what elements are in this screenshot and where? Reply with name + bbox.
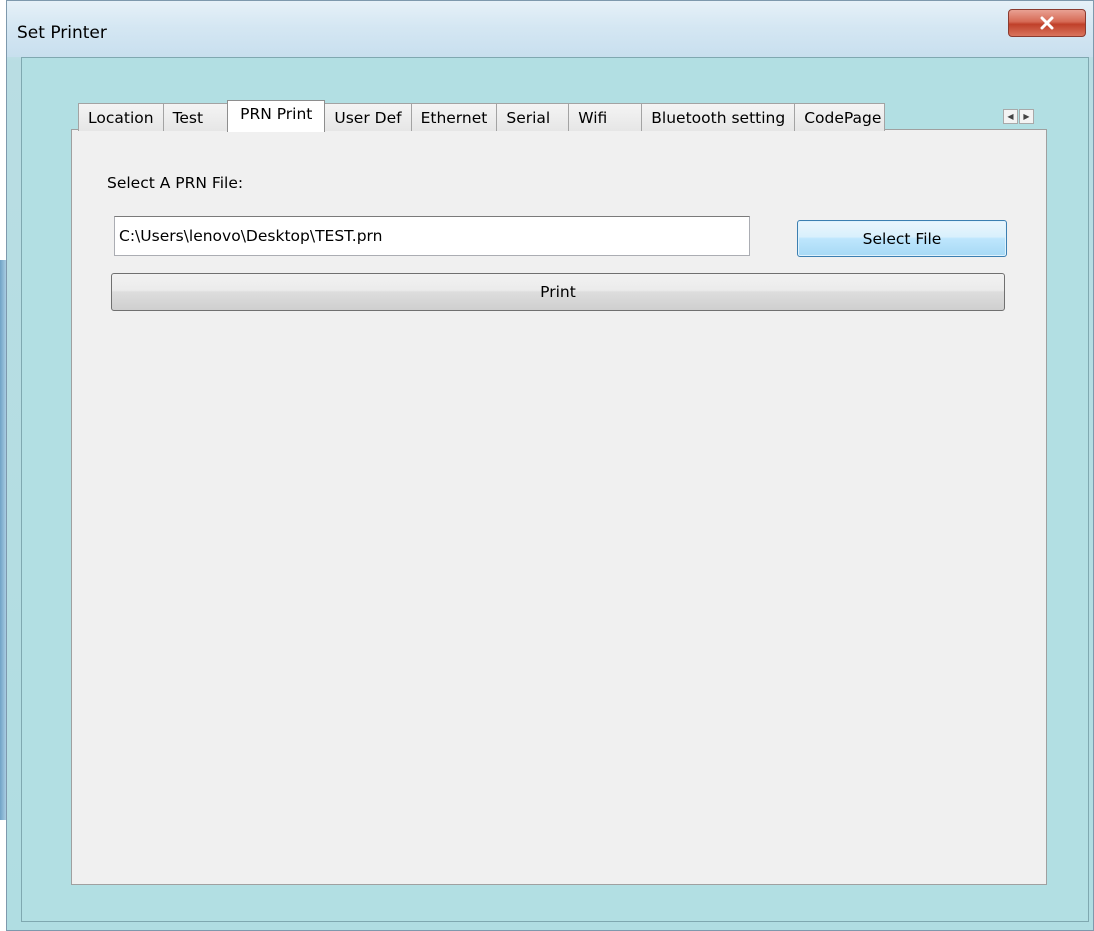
select-prn-file-label: Select A PRN File: (107, 174, 244, 192)
tab-test[interactable]: Test (162, 103, 229, 131)
tab-serial[interactable]: Serial (496, 103, 570, 131)
close-button[interactable] (1008, 9, 1086, 37)
chevron-left-icon[interactable]: ◀ (1003, 109, 1018, 124)
window-title: Set Printer (17, 23, 107, 43)
close-icon (1040, 16, 1054, 30)
tab-location[interactable]: Location (78, 103, 164, 131)
print-button[interactable]: Print (111, 273, 1005, 311)
tab-bluetooth-setting[interactable]: Bluetooth setting (641, 103, 796, 131)
tab-prn-print[interactable]: PRN Print (227, 100, 326, 132)
tab-ethernet[interactable]: Ethernet (410, 103, 498, 131)
tab-user-def[interactable]: User Def (324, 103, 412, 131)
title-bar[interactable]: Set Printer (7, 1, 1093, 57)
chevron-right-icon[interactable]: ▶ (1019, 109, 1034, 124)
tab-wifi[interactable]: Wifi (568, 103, 643, 131)
tab-scroll-buttons: ◀ ▶ (1003, 109, 1035, 124)
select-file-button[interactable]: Select File (797, 220, 1007, 257)
prn-file-path-input[interactable] (114, 216, 750, 256)
tab-strip: Location Test PRN Print User Def Etherne… (78, 100, 886, 132)
set-printer-window: Set Printer Location Test PRN Print User… (6, 0, 1094, 931)
tab-codepage[interactable]: CodePage (794, 103, 886, 131)
